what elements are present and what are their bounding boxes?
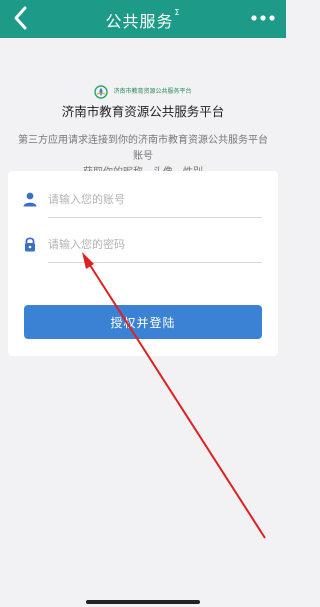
page-title-text: 公共服务 <box>105 12 174 31</box>
account-underline <box>48 217 262 218</box>
main-content: 济南市教育资源公共服务平台 济南市教育资源公共服务平台 第三方应用请求连接到你的… <box>0 38 286 607</box>
platform-logo-text: 济南市教育资源公共服务平台 <box>113 88 192 95</box>
password-underline <box>48 262 262 263</box>
platform-logo-icon <box>94 84 109 99</box>
page-title: 公共服务Σ <box>0 8 286 32</box>
page-title-suffix: Σ <box>174 8 181 17</box>
top-navigation-bar: 公共服务Σ <box>0 0 286 38</box>
platform-logo: 济南市教育资源公共服务平台 <box>0 81 286 99</box>
password-field <box>22 226 262 263</box>
description-line-2: 账号 <box>133 151 153 162</box>
more-dots-icon[interactable] <box>250 10 276 26</box>
account-input[interactable] <box>48 185 262 213</box>
description-line-1: 第三方应用请求连接到你的济南市教育资源公共服务平台 <box>18 135 268 146</box>
platform-name: 济南市教育资源公共服务平台 <box>61 104 225 119</box>
home-indicator <box>86 600 200 604</box>
user-icon <box>23 192 37 207</box>
lock-icon <box>25 237 35 252</box>
login-card: 授权并登陆 <box>8 171 278 356</box>
authorize-login-button[interactable]: 授权并登陆 <box>24 305 262 339</box>
password-input[interactable] <box>48 230 262 258</box>
account-field <box>22 181 262 218</box>
